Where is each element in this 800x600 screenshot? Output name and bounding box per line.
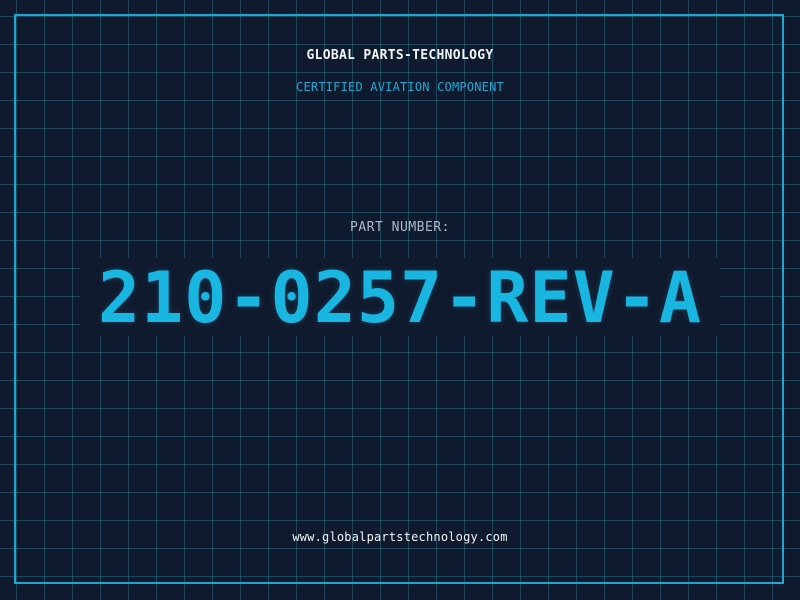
part-number-value: 210-0257-REV-A [97,257,702,339]
label-card: GLOBAL PARTS-TECHNOLOGY CERTIFIED AVIATI… [0,0,800,600]
part-number-label: PART NUMBER: [350,220,450,235]
website-url: www.globalpartstechnology.com [292,530,508,544]
certification-tagline: CERTIFIED AVIATION COMPONENT [296,80,504,94]
company-name: GLOBAL PARTS-TECHNOLOGY [306,48,494,63]
